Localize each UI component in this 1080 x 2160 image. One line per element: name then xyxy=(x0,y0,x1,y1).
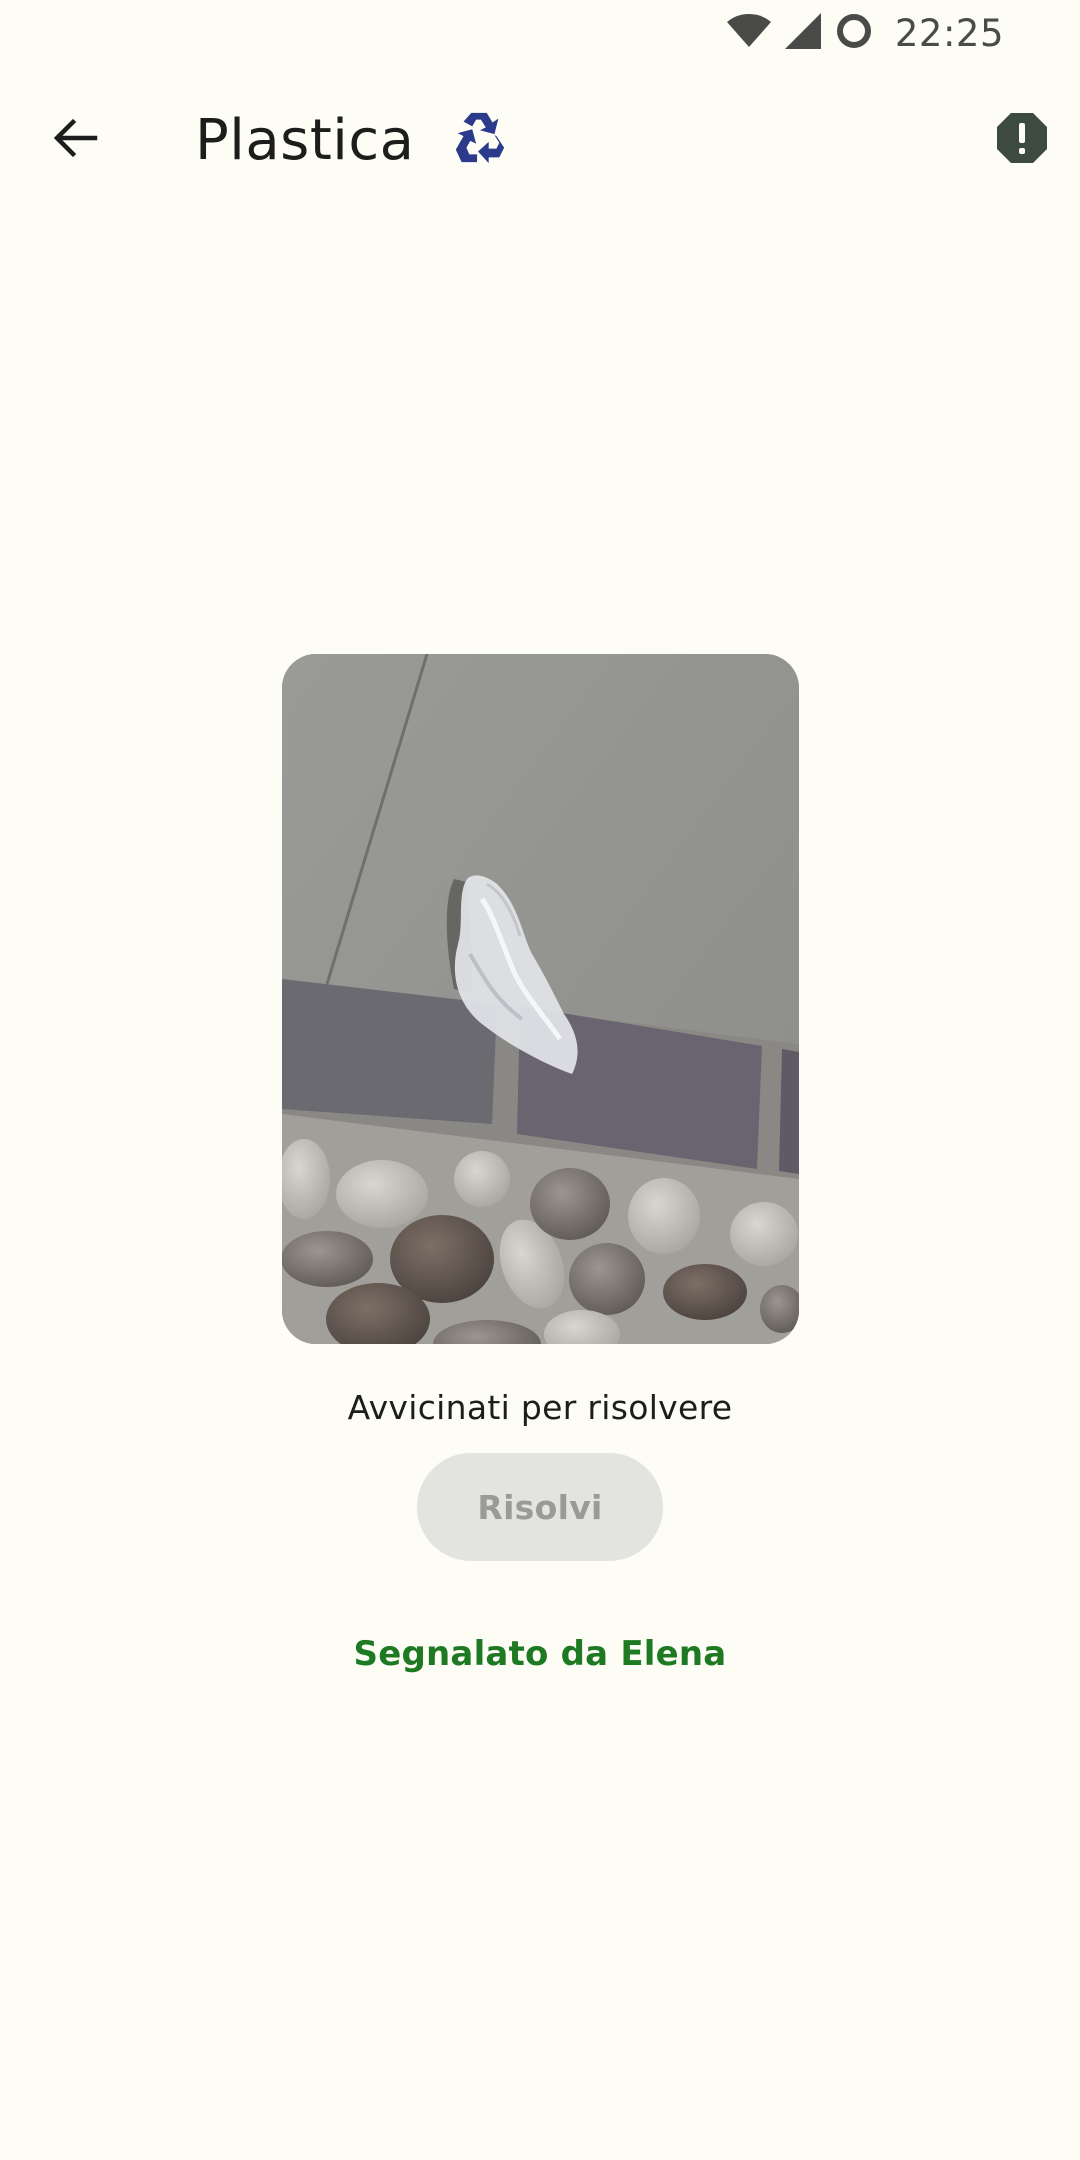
circle-status-icon xyxy=(835,12,873,54)
arrow-back-icon xyxy=(51,114,99,166)
back-button[interactable] xyxy=(30,100,120,180)
reporter-link[interactable]: Segnalato da Elena xyxy=(0,1634,1080,1674)
status-icons: 22:25 xyxy=(726,11,1004,55)
app-bar: Plastica xyxy=(0,70,1080,210)
status-bar: 22:25 xyxy=(0,0,1080,66)
title-wrap: Plastica xyxy=(195,100,508,180)
waste-photo xyxy=(282,654,799,1344)
wifi-icon xyxy=(726,14,771,52)
status-time: 22:25 xyxy=(894,11,1004,55)
recycle-icon xyxy=(450,109,508,171)
cell-signal-icon xyxy=(784,13,821,53)
page-title: Plastica xyxy=(195,107,415,173)
resolve-button[interactable]: Risolvi xyxy=(417,1453,663,1561)
report-button[interactable] xyxy=(992,110,1052,170)
report-alert-icon xyxy=(995,111,1049,169)
proximity-hint: Avvicinati per risolvere xyxy=(347,1388,733,1427)
